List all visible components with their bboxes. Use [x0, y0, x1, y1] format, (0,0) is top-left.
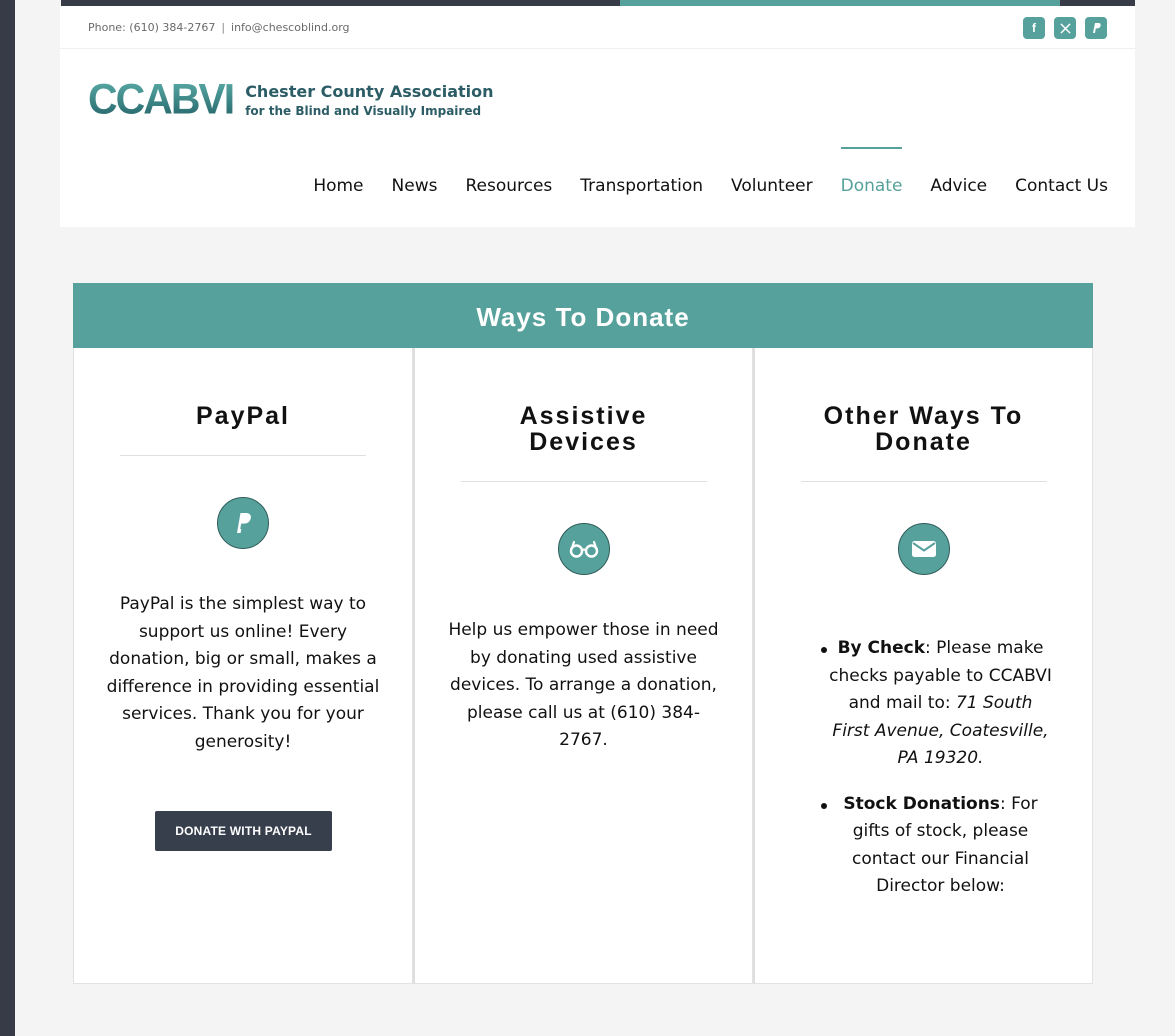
nav-item-news[interactable]: News: [392, 176, 438, 196]
site-header: Phone: (610) 384-2767 | info@chescoblind.o…: [60, 6, 1135, 227]
nav-item-home[interactable]: Home: [313, 176, 363, 196]
paypal-column: PayPal PayPal is the simplest way to sup…: [73, 348, 413, 984]
phone-number: Phone: (610) 384-2767: [88, 21, 216, 34]
logo-title: Chester County Association: [245, 81, 494, 101]
assistive-devices-column: Assistive Devices Help us empower those …: [413, 348, 753, 984]
list-item: By Check: Please make checks payable to …: [815, 635, 1052, 773]
other-ways-column: Other Ways To Donate By Check: Please ma…: [753, 348, 1093, 984]
nav-item-advice[interactable]: Advice: [930, 176, 987, 196]
logo-subtitle: for the Blind and Visually Impaired: [245, 103, 482, 118]
donation-columns: PayPal PayPal is the simplest way to sup…: [73, 348, 1093, 984]
top-bar: Phone: (610) 384-2767 | info@chescoblind.o…: [60, 6, 1135, 49]
site-logo[interactable]: CCABVI Chester County Association for th…: [88, 74, 494, 124]
divider: [461, 481, 707, 482]
paypal-description: PayPal is the simplest way to support us…: [106, 594, 380, 752]
nav-item-contact-us[interactable]: Contact Us: [1015, 176, 1108, 196]
assistive-devices-heading: Assistive Devices: [415, 403, 752, 455]
social-links: f: [1023, 17, 1107, 39]
assistive-devices-description: Help us empower those in need by donatin…: [448, 620, 719, 750]
divider: [120, 455, 366, 456]
heading-line: Other Ways To: [823, 402, 1024, 430]
x-twitter-icon[interactable]: [1054, 17, 1076, 39]
stock-donations-label: Stock Donations: [843, 793, 1000, 814]
glasses-icon: [557, 523, 610, 575]
email-link[interactable]: info@chescoblind.org: [231, 21, 350, 34]
envelope-icon: [897, 523, 950, 575]
nav-item-donate[interactable]: Donate: [840, 147, 902, 196]
nav-item-resources[interactable]: Resources: [465, 176, 552, 196]
logo-mark: CCABVI: [88, 74, 235, 124]
donate-with-paypal-button[interactable]: DONATE WITH PAYPAL: [155, 811, 332, 851]
by-check-label: By Check: [837, 638, 926, 658]
donation-methods-list: By Check: Please make checks payable to …: [815, 635, 1052, 919]
donate-banner: Ways To Donate: [73, 283, 1093, 348]
other-ways-heading: Other Ways To Donate: [755, 403, 1092, 455]
heading-line: Devices: [529, 428, 638, 456]
facebook-icon[interactable]: f: [1023, 17, 1045, 39]
paypal-icon[interactable]: [1085, 17, 1107, 39]
nav-item-transportation[interactable]: Transportation: [580, 176, 703, 196]
separator: |: [221, 21, 226, 34]
divider: [801, 481, 1047, 482]
nav-item-volunteer[interactable]: Volunteer: [731, 176, 813, 196]
paypal-heading: PayPal: [195, 402, 290, 430]
main-nav: Home News Resources Transportation Volun…: [285, 147, 1108, 196]
contact-info: Phone: (610) 384-2767 | info@chescoblind.o…: [88, 21, 350, 34]
paypal-icon: [217, 497, 269, 549]
list-item: Stock Donations: For gifts of stock, ple…: [815, 791, 1052, 901]
logo-text: Chester County Association for the Blind…: [245, 82, 493, 118]
heading-line: Donate: [875, 428, 972, 456]
heading-line: Assistive: [519, 402, 648, 430]
